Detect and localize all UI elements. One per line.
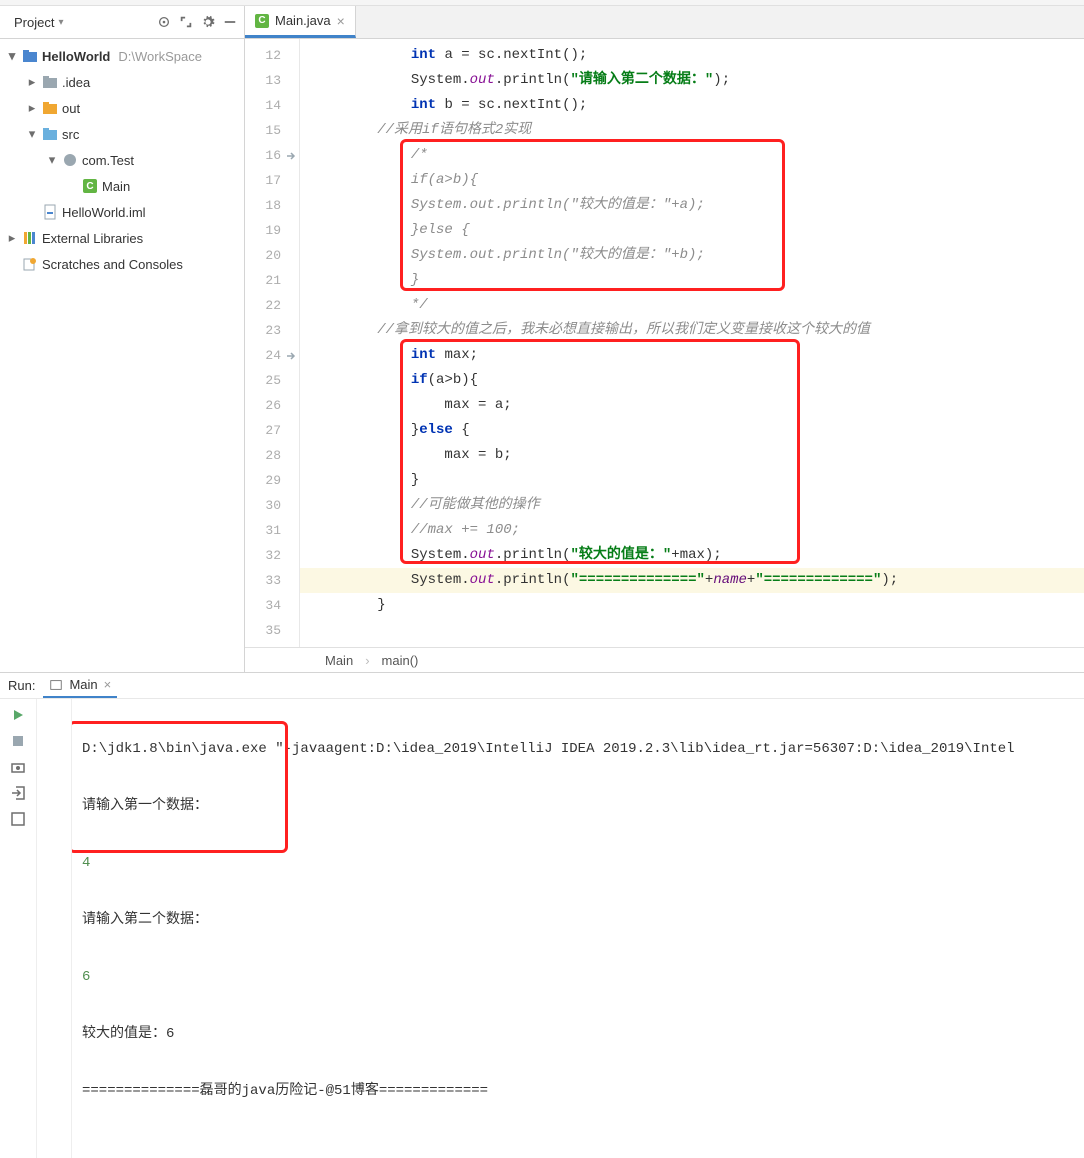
rerun-icon[interactable]: [10, 707, 26, 723]
chevron-down-icon: ▾: [46, 152, 58, 168]
iml-icon: [42, 204, 58, 220]
editor-breadcrumb: Main › main(): [245, 647, 1084, 672]
chevron-right-icon: ›: [365, 653, 369, 668]
editor-area: C Main.java × 12131415161718192021222324…: [245, 6, 1084, 672]
tree-scratches-label: Scratches and Consoles: [42, 257, 183, 272]
src-folder-icon: [42, 126, 58, 142]
tree-main-label: Main: [102, 179, 130, 194]
run-tool-window: Run: Main × D:\jdk1.8\bin\java.exe "-jav…: [0, 672, 1084, 890]
camera-icon[interactable]: [10, 759, 26, 775]
chevron-down-icon: ▾: [58, 17, 63, 28]
expand-icon[interactable]: [176, 12, 196, 32]
tree-iml[interactable]: HelloWorld.iml: [0, 199, 244, 225]
chevron-right-icon: ▸: [26, 74, 38, 90]
run-actions-mid: [36, 699, 72, 1158]
console-input: 4: [82, 851, 1074, 876]
close-icon[interactable]: ×: [337, 13, 345, 29]
tab-main-java[interactable]: C Main.java ×: [245, 6, 356, 38]
project-dropdown[interactable]: Project ▾: [4, 13, 70, 32]
console-line: 较大的值是：6: [82, 1022, 1074, 1047]
console-cmd: D:\jdk1.8\bin\java.exe "-javaagent:D:\id…: [82, 737, 1074, 762]
editor-tabs: C Main.java ×: [245, 6, 1084, 39]
module-icon: [22, 48, 38, 64]
run-label: Run:: [8, 678, 35, 693]
package-icon: [62, 152, 78, 168]
stop-icon[interactable]: [10, 733, 26, 749]
crumb-main[interactable]: Main: [325, 653, 353, 668]
tree-idea-label: .idea: [62, 75, 90, 90]
console-line: ==============磊哥的java历险记-@51博客==========…: [82, 1079, 1074, 1104]
gear-icon[interactable]: [198, 12, 218, 32]
project-tree[interactable]: ▾ HelloWorld D:\WorkSpace ▸ .idea ▸ out …: [0, 39, 244, 672]
tree-root-label: HelloWorld: [42, 49, 110, 64]
tree-src-label: src: [62, 127, 79, 142]
console-line: 请输入第二个数据：: [82, 908, 1074, 933]
tree-out[interactable]: ▸ out: [0, 95, 244, 121]
tree-root-path: D:\WorkSpace: [118, 49, 202, 64]
chevron-down-icon: ▾: [26, 126, 38, 142]
chevron-right-icon: ▸: [6, 230, 18, 246]
tree-main-class[interactable]: C Main: [0, 173, 244, 199]
run-tab-main[interactable]: Main ×: [43, 673, 117, 698]
tree-scratches[interactable]: Scratches and Consoles: [0, 251, 244, 277]
run-config-icon: [49, 678, 63, 692]
code-content[interactable]: int a = sc.nextInt(); System.out.println…: [300, 39, 1084, 647]
tree-iml-label: HelloWorld.iml: [62, 205, 146, 220]
project-dropdown-label: Project: [14, 15, 54, 30]
tree-external-libs[interactable]: ▸ External Libraries: [0, 225, 244, 251]
run-tab-label: Main: [69, 677, 97, 692]
minimize-icon[interactable]: [220, 12, 240, 32]
tab-label: Main.java: [275, 13, 331, 28]
tree-src[interactable]: ▾ src: [0, 121, 244, 147]
project-tool-window: Project ▾ ▾ HelloWorld D:\WorkSpace ▸ .i…: [0, 6, 245, 672]
tree-package[interactable]: ▾ com.Test: [0, 147, 244, 173]
crumb-method[interactable]: main(): [382, 653, 419, 668]
code-editor[interactable]: 1213141516171819202122232425262728293031…: [245, 39, 1084, 647]
tree-root[interactable]: ▾ HelloWorld D:\WorkSpace: [0, 43, 244, 69]
chevron-right-icon: ▸: [26, 100, 38, 116]
tree-out-label: out: [62, 101, 80, 116]
console-output[interactable]: D:\jdk1.8\bin\java.exe "-javaagent:D:\id…: [72, 699, 1084, 1158]
tree-extlibs-label: External Libraries: [42, 231, 143, 246]
folder-icon: [42, 100, 58, 116]
tree-idea[interactable]: ▸ .idea: [0, 69, 244, 95]
layout-icon[interactable]: [10, 811, 26, 827]
close-icon[interactable]: ×: [104, 677, 112, 692]
libraries-icon: [22, 230, 38, 246]
console-line: 请输入第一个数据：: [82, 794, 1074, 819]
console-input: 6: [82, 965, 1074, 990]
tree-package-label: com.Test: [82, 153, 134, 168]
folder-icon: [42, 74, 58, 90]
class-icon: C: [82, 178, 98, 194]
run-actions-left: [0, 699, 36, 1158]
target-icon[interactable]: [154, 12, 174, 32]
run-header: Run: Main ×: [0, 673, 1084, 699]
gutter: 1213141516171819202122232425262728293031…: [245, 39, 300, 647]
chevron-down-icon: ▾: [6, 48, 18, 64]
exit-icon[interactable]: [10, 785, 26, 801]
class-icon: C: [255, 14, 269, 28]
scratches-icon: [22, 256, 38, 272]
project-toolbar: Project ▾: [0, 6, 244, 39]
